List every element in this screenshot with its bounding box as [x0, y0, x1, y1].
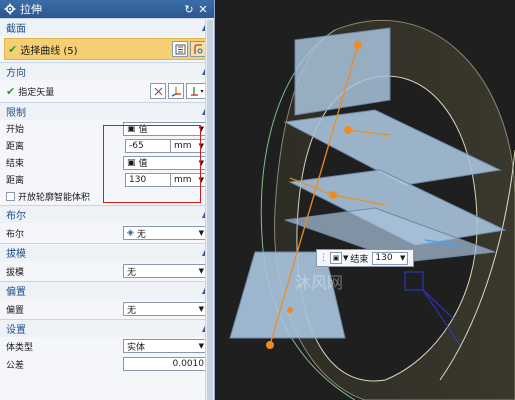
- draft-label: 拔模: [6, 267, 25, 278]
- boolean-none-icon: ◈: [127, 228, 134, 238]
- check-icon: ✔: [6, 84, 16, 98]
- reset-icon[interactable]: ↻: [182, 3, 196, 16]
- body-type-row: 体类型 实体 ▼: [0, 337, 214, 355]
- chevron-down-icon[interactable]: ▼: [343, 254, 348, 262]
- direction-header[interactable]: 方向 ▲: [0, 63, 214, 80]
- settings-header[interactable]: 设置 ▲: [0, 320, 214, 337]
- vector-dialog-button[interactable]: [168, 83, 184, 99]
- select-curve-row[interactable]: ✔ 选择曲线 (5): [4, 38, 210, 60]
- specify-vector-label: 指定矢量: [18, 87, 55, 98]
- gear-icon: [4, 3, 16, 15]
- floating-end-label: 结束: [350, 254, 369, 265]
- offset-dropdown[interactable]: 无 ▼: [123, 302, 208, 316]
- reverse-direction-button[interactable]: [150, 83, 166, 99]
- limits-highlight-box: [103, 125, 201, 203]
- body-type-label: 体类型: [6, 342, 34, 353]
- offset-row: 偏置 无 ▼: [0, 299, 214, 319]
- boolean-dropdown[interactable]: ◈ 无 ▼: [123, 226, 208, 240]
- curve-select-button[interactable]: [190, 41, 206, 57]
- open-profile-checkbox[interactable]: [6, 192, 15, 201]
- tolerance-input[interactable]: 0.0010: [123, 357, 208, 371]
- draft-group: 拔模 ▲ 拔模 无 ▼: [0, 243, 214, 281]
- specify-vector-row: ✔ 指定矢量 ▾: [0, 80, 214, 102]
- floating-end-value-input[interactable]: 130 ▼: [372, 251, 409, 265]
- boolean-group: 布尔 ▲ 布尔 ◈ 无 ▼: [0, 205, 214, 243]
- boolean-header[interactable]: 布尔 ▲: [0, 206, 214, 223]
- chevron-down-icon: ▼: [400, 254, 406, 262]
- chevron-down-icon: ▼: [198, 305, 204, 313]
- close-icon[interactable]: ✕: [196, 3, 210, 16]
- dialog-titlebar: 拉伸 ↻ ✕: [0, 0, 214, 18]
- drag-grip-icon: ⋮: [319, 253, 328, 263]
- dialog-title: 拉伸: [20, 3, 42, 16]
- draft-dropdown[interactable]: 无 ▼: [123, 264, 208, 278]
- extrude-dialog: 拉伸 ↻ ✕ 截面 ▲ ✔ 选择曲线 (5) 方向 ▲ ✔ 指定矢量: [0, 0, 215, 400]
- section-group: 截面 ▲ ✔ 选择曲线 (5): [0, 18, 214, 60]
- open-profile-label: 开放轮廓智能体积: [18, 193, 91, 203]
- chevron-down-icon: ▼: [198, 342, 204, 350]
- scrollbar-thumb[interactable]: [207, 20, 213, 400]
- check-icon: ✔: [8, 42, 18, 56]
- value-type-button[interactable]: ▣: [330, 252, 342, 264]
- offset-header[interactable]: 偏置 ▲: [0, 282, 214, 299]
- plane-top: [294, 27, 391, 116]
- model-view: 沐风网: [229, 19, 515, 400]
- section-header[interactable]: 截面 ▲: [0, 19, 214, 36]
- boolean-label: 布尔: [6, 229, 25, 240]
- offset-group: 偏置 ▲ 偏置 无 ▼: [0, 281, 214, 319]
- chevron-down-icon: ▼: [198, 229, 204, 237]
- draft-row: 拔模 无 ▼: [0, 261, 214, 281]
- graphics-viewport[interactable]: 沐风网: [215, 0, 515, 400]
- boolean-row: 布尔 ◈ 无 ▼: [0, 223, 214, 243]
- watermark: 沐风网: [295, 273, 343, 292]
- tolerance-row: 公差 0.0010: [0, 355, 214, 373]
- floating-end-input: ⋮ ▣ ▼ 结束 130 ▼: [316, 249, 414, 267]
- select-curve-label: 选择曲线 (5): [20, 45, 78, 57]
- body-type-dropdown[interactable]: 实体 ▼: [123, 339, 208, 353]
- sketch-section-button[interactable]: [172, 41, 188, 57]
- draft-header[interactable]: 拔模 ▲: [0, 244, 214, 261]
- tolerance-label: 公差: [6, 360, 25, 371]
- chevron-down-icon: ▼: [198, 267, 204, 275]
- panel-scrollbar[interactable]: [205, 18, 214, 400]
- direction-group: 方向 ▲ ✔ 指定矢量 ▾: [0, 62, 214, 102]
- settings-group: 设置 ▲ 体类型 实体 ▼ 公差 0.0010: [0, 319, 214, 373]
- offset-label: 偏置: [6, 305, 25, 316]
- limits-header[interactable]: 限制 ▲: [0, 103, 214, 120]
